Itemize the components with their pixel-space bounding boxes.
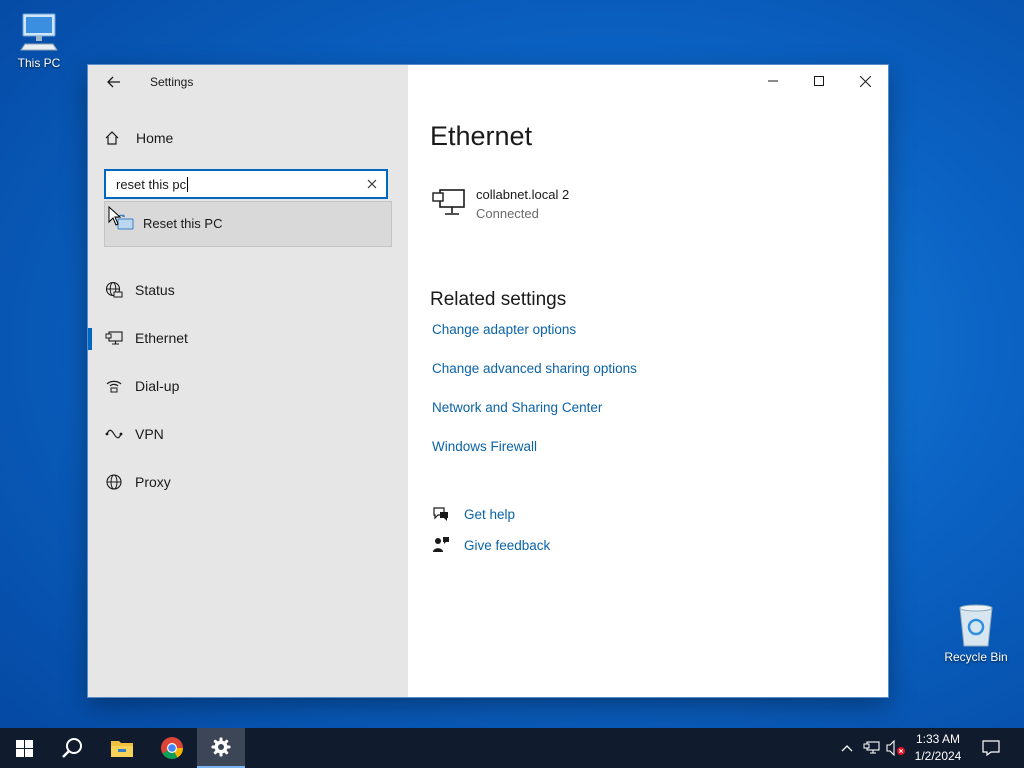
link-windows-firewall[interactable]: Windows Firewall xyxy=(432,439,537,454)
network-name[interactable]: collabnet.local 2 xyxy=(476,187,569,202)
sidebar-item-label: VPN xyxy=(135,426,164,442)
sidebar-item-label: Dial-up xyxy=(135,378,180,394)
chevron-up-icon xyxy=(841,745,853,752)
chrome-icon xyxy=(161,737,183,759)
sidebar-item-label: Ethernet xyxy=(135,330,188,346)
sidebar-item-label: Status xyxy=(135,282,175,298)
action-center-button[interactable] xyxy=(976,728,1006,768)
sidebar-item-label: Proxy xyxy=(135,474,171,490)
search-input[interactable]: reset this pc xyxy=(104,169,388,199)
desktop-icon-label: Recycle Bin xyxy=(944,650,1008,664)
volume-muted-icon xyxy=(886,740,905,756)
file-explorer-icon xyxy=(111,741,133,757)
get-help-link[interactable]: Get help xyxy=(464,507,515,522)
related-settings-heading: Related settings xyxy=(430,289,567,310)
mouse-cursor-icon xyxy=(108,206,122,226)
clear-search-icon[interactable] xyxy=(366,178,378,190)
taskbar-clock[interactable]: 1:33 AM 1/2/2024 xyxy=(906,731,970,765)
search-input-value: reset this pc xyxy=(116,177,189,192)
vpn-icon xyxy=(104,424,124,444)
give-feedback-icon xyxy=(433,537,449,552)
ethernet-network-icon xyxy=(432,189,465,215)
clock-date: 1/2/2024 xyxy=(914,749,962,763)
main-content: Ethernet collabnet.local 2 Connected Rel… xyxy=(408,65,888,697)
link-change-advanced-sharing[interactable]: Change advanced sharing options xyxy=(432,361,637,376)
page-title: Ethernet xyxy=(430,121,533,151)
settings-icon xyxy=(211,737,231,757)
sidebar-home-label: Home xyxy=(136,130,174,146)
start-button[interactable] xyxy=(0,728,48,768)
sidebar-item-status[interactable]: Status xyxy=(88,272,408,308)
recycle-bin-icon xyxy=(959,604,993,647)
globe-monitor-icon xyxy=(104,280,124,300)
sidebar-item-proxy[interactable]: Proxy xyxy=(88,464,408,500)
network-status: Connected xyxy=(476,206,539,221)
notifications-icon xyxy=(982,740,1000,756)
taskbar: 1:33 AM 1/2/2024 xyxy=(0,728,1024,768)
globe-icon xyxy=(104,472,124,492)
clock-time: 1:33 AM xyxy=(915,732,961,746)
sidebar-item-ethernet[interactable]: Ethernet xyxy=(88,320,408,356)
sidebar-home[interactable]: Home xyxy=(104,127,173,149)
desktop-icon-label: This PC xyxy=(17,56,61,70)
network-tray-icon xyxy=(863,741,880,754)
search-suggestion-label: Reset this PC xyxy=(143,216,223,231)
give-feedback-row[interactable]: Give feedback xyxy=(432,534,550,556)
search-suggestion-reset-this-pc[interactable]: Reset this PC xyxy=(104,201,392,247)
ethernet-icon xyxy=(104,328,124,348)
sidebar-item-dial-up[interactable]: Dial-up xyxy=(88,368,408,404)
settings-window: Settings Home reset this pc Reset this P… xyxy=(88,65,888,697)
get-help-icon xyxy=(433,507,448,521)
computer-icon xyxy=(20,13,58,51)
back-button[interactable] xyxy=(102,71,126,93)
titlebar: Settings xyxy=(88,65,408,99)
get-help-row[interactable]: Get help xyxy=(432,503,515,525)
give-feedback-link[interactable]: Give feedback xyxy=(464,538,550,553)
window-title: Settings xyxy=(150,75,194,89)
sidebar-item-vpn[interactable]: VPN xyxy=(88,416,408,452)
desktop-icon-recycle-bin[interactable]: Recycle Bin xyxy=(940,602,1012,664)
taskbar-chrome[interactable] xyxy=(148,728,196,768)
tray-volume[interactable] xyxy=(884,728,908,768)
search-icon xyxy=(62,738,82,758)
sidebar: Settings Home reset this pc Reset this P… xyxy=(88,65,408,697)
link-change-adapter-options[interactable]: Change adapter options xyxy=(432,322,576,337)
dialup-icon xyxy=(104,376,124,396)
taskbar-settings[interactable] xyxy=(197,728,245,768)
link-network-sharing-center[interactable]: Network and Sharing Center xyxy=(432,400,602,415)
start-icon xyxy=(15,739,33,757)
taskbar-search-button[interactable] xyxy=(48,728,96,768)
desktop-icon-this-pc[interactable]: This PC xyxy=(4,10,74,70)
tray-show-hidden[interactable] xyxy=(836,728,858,768)
back-arrow-icon xyxy=(107,76,120,88)
home-icon xyxy=(105,131,119,145)
tray-network[interactable] xyxy=(860,728,884,768)
taskbar-file-explorer[interactable] xyxy=(98,728,146,768)
